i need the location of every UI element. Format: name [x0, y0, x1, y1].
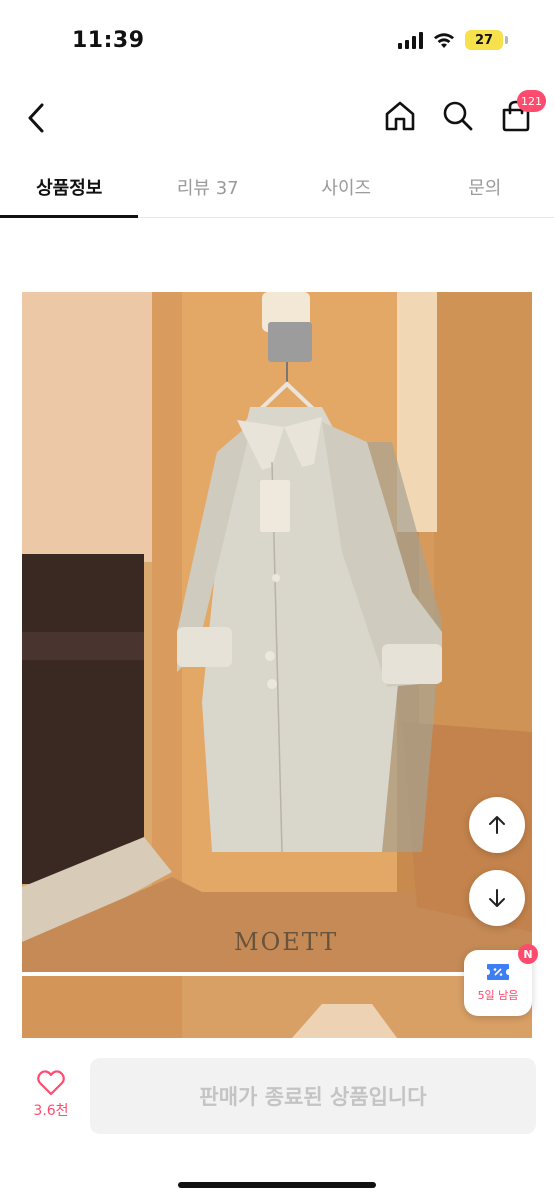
back-button[interactable]: [18, 98, 54, 138]
battery-icon: 27: [465, 30, 508, 50]
like-count: 3.6천: [33, 1103, 69, 1119]
search-icon: [443, 101, 473, 131]
home-indicator: [178, 1182, 376, 1188]
tab-size[interactable]: 사이즈: [277, 160, 416, 217]
scroll-top-button[interactable]: [469, 797, 525, 853]
status-bar: 11:39 27: [0, 0, 554, 80]
arrow-down-icon: [489, 889, 505, 907]
nav-actions: 121: [382, 90, 546, 136]
cart-button[interactable]: 121: [498, 90, 546, 136]
heart-icon: [37, 1070, 65, 1096]
product-image-secondary[interactable]: [22, 976, 532, 1038]
home-icon: [385, 101, 415, 131]
scroll-bottom-button[interactable]: [469, 870, 525, 926]
product-image[interactable]: MOETT: [22, 292, 532, 972]
top-nav: 121: [0, 88, 554, 148]
coupon-remaining-label: 5일 남음: [477, 989, 519, 1002]
arrow-up-icon: [489, 816, 505, 834]
chevron-left-icon: [28, 103, 44, 133]
signal-icon: [398, 31, 423, 49]
coupon-icon: [487, 964, 509, 980]
like-button[interactable]: 3.6천: [22, 1070, 80, 1130]
battery-level: 27: [465, 30, 503, 50]
sold-out-button[interactable]: 판매가 종료된 상품입니다: [90, 1058, 536, 1134]
wifi-icon: [433, 32, 455, 49]
tab-inquiry[interactable]: 문의: [416, 160, 554, 217]
search-button[interactable]: [440, 96, 476, 136]
cart-count-badge: 121: [517, 90, 546, 112]
image-watermark: MOETT: [234, 928, 339, 956]
bottom-bar: 3.6천 판매가 종료된 상품입니다: [0, 1040, 554, 1200]
new-badge: N: [518, 944, 538, 964]
product-tabs: 상품정보 리뷰 37 사이즈 문의: [0, 160, 554, 218]
status-indicators: 27: [398, 30, 508, 50]
tab-reviews[interactable]: 리뷰 37: [139, 160, 278, 217]
coupon-button[interactable]: 5일 남음 N: [464, 944, 538, 1016]
status-time: 11:39: [72, 28, 145, 53]
tab-product-info[interactable]: 상품정보: [0, 160, 139, 218]
home-button[interactable]: [382, 96, 418, 136]
